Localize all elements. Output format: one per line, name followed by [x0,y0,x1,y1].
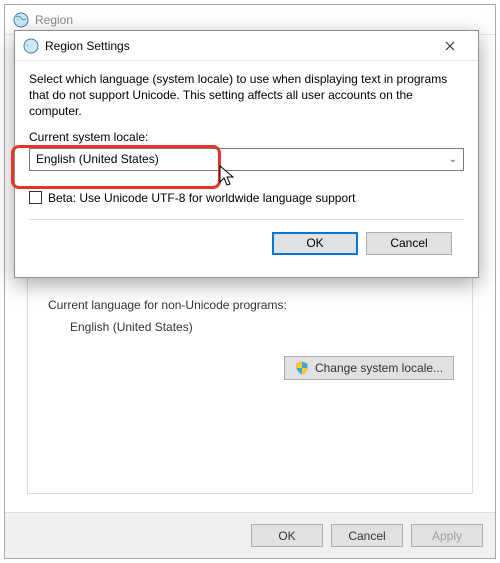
parent-cancel-button[interactable]: Cancel [331,524,403,547]
chevron-down-icon: ⌄ [449,154,457,165]
non-unicode-label: Current language for non-Unicode program… [48,298,456,312]
current-language-value: English (United States) [70,320,456,334]
close-icon [445,38,455,54]
parent-ok-button[interactable]: OK [251,524,323,547]
change-system-locale-button[interactable]: Change system locale... [284,356,454,380]
dialog-body: Select which language (system locale) to… [15,61,478,277]
parent-title: Region [35,13,73,27]
dialog-description: Select which language (system locale) to… [29,71,464,120]
globe-icon [13,12,29,28]
beta-utf8-label: Beta: Use Unicode UTF-8 for worldwide la… [48,191,356,205]
divider [29,219,464,220]
beta-utf8-checkbox-row[interactable]: Beta: Use Unicode UTF-8 for worldwide la… [29,191,464,205]
change-system-locale-label: Change system locale... [315,361,443,375]
system-locale-dropdown[interactable]: English (United States) ⌄ [29,148,464,171]
dialog-cancel-label: Cancel [390,236,427,250]
dialog-titlebar: Region Settings [15,31,478,61]
beta-utf8-checkbox[interactable] [29,191,42,204]
parent-apply-button: Apply [411,524,483,547]
parent-ok-label: OK [278,529,295,543]
globe-icon [23,38,39,54]
shield-icon [295,361,309,375]
dialog-close-button[interactable] [430,32,470,60]
parent-footer: OK Cancel Apply [5,512,495,558]
dialog-title: Region Settings [45,39,430,53]
dialog-cancel-button[interactable]: Cancel [366,232,452,255]
parent-apply-label: Apply [432,529,462,543]
region-settings-dialog: Region Settings Select which language (s… [14,30,479,278]
dialog-ok-label: OK [306,236,323,250]
parent-cancel-label: Cancel [348,529,385,543]
locale-selected-value: English (United States) [36,152,449,166]
dialog-footer: OK Cancel [29,228,464,267]
locale-label: Current system locale: [29,130,464,144]
dialog-ok-button[interactable]: OK [272,232,358,255]
